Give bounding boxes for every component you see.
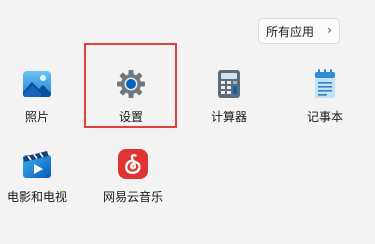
app-label-photos: 照片	[24, 110, 49, 124]
calculator-icon	[218, 70, 240, 98]
app-tile-calculator[interactable]: 计算器	[192, 48, 266, 128]
app-tile-movies-tv[interactable]: 电影和电视	[0, 128, 74, 208]
movies-tv-icon	[23, 151, 51, 178]
chevron-right-icon: ›	[327, 23, 332, 37]
all-apps-button[interactable]: 所有应用 ›	[258, 18, 340, 44]
app-tile-photos[interactable]: 照片	[0, 48, 74, 128]
app-tile-notepad[interactable]: 记事本	[288, 48, 362, 128]
settings-highlight-box	[84, 43, 177, 128]
app-tile-netease-music[interactable]: 网易云音乐	[96, 128, 170, 208]
notepad-icon	[315, 69, 335, 98]
app-label-notepad: 记事本	[306, 110, 343, 124]
app-label-calculator: 计算器	[210, 110, 247, 124]
app-label-movies-tv: 电影和电视	[6, 190, 67, 204]
all-apps-label: 所有应用	[266, 24, 315, 39]
app-label-netease-music: 网易云音乐	[102, 190, 163, 204]
photos-icon	[23, 71, 51, 97]
netease-music-icon	[118, 149, 148, 179]
